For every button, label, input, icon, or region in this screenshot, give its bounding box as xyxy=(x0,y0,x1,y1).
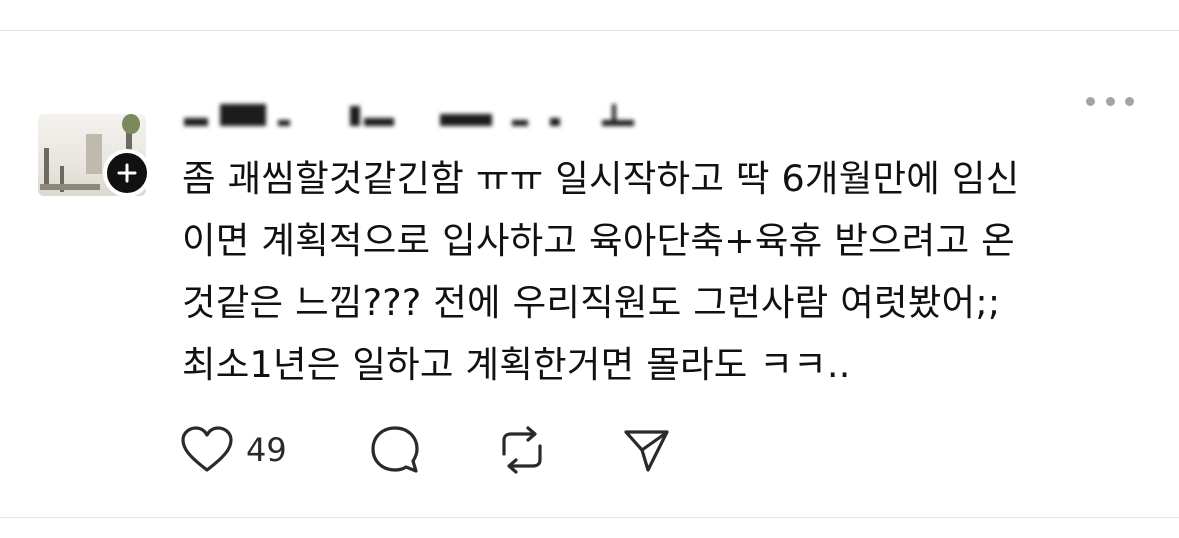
plus-icon xyxy=(117,163,137,183)
post-text-line: 것같은 느낌??? 전에 우리직원도 그런사람 여럿봤어;; xyxy=(182,281,1001,324)
comment-icon xyxy=(371,426,419,473)
post-text-line: 이면 계획적으로 입사하고 육아단축+육휴 받으려고 온 xyxy=(182,219,1015,262)
like-button[interactable]: 49 xyxy=(180,420,287,480)
heart-icon xyxy=(181,426,233,472)
share-icon xyxy=(624,430,669,472)
repost-icon xyxy=(502,426,542,474)
share-button[interactable] xyxy=(620,420,672,480)
post-text-line: 좀 괘씸할것같긴함 ㅠㅠ 일시작하고 딱 6개월만에 임신 xyxy=(182,157,1020,200)
repost-button[interactable] xyxy=(496,420,548,480)
bottom-divider xyxy=(0,517,1179,518)
post-body: 좀 괘씸할것같긴함 ㅠㅠ 일시작하고 딱 6개월만에 임신 이면 계획적으로 입… xyxy=(182,148,1142,396)
username-redacted xyxy=(182,100,652,126)
post-text-line: 최소1년은 일하고 계획한거면 몰라도 ㅋㅋ.. xyxy=(182,343,851,386)
comment-button[interactable] xyxy=(368,420,422,480)
more-horizontal-icon xyxy=(1086,96,1095,106)
follow-button[interactable] xyxy=(103,149,151,197)
like-count: 49 xyxy=(246,431,287,469)
top-divider xyxy=(0,30,1179,31)
more-options-button[interactable] xyxy=(1086,88,1134,114)
